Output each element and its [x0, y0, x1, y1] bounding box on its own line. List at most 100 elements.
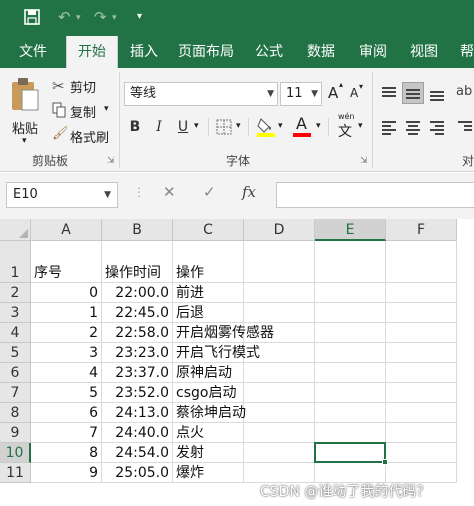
- save-icon[interactable]: [24, 9, 40, 28]
- cell-f6[interactable]: [386, 363, 457, 383]
- cell-b6[interactable]: 23:37.0: [102, 363, 173, 383]
- cut-icon[interactable]: ✂: [52, 77, 65, 95]
- cell-c11[interactable]: 爆炸: [173, 463, 244, 483]
- cell-a5[interactable]: 3: [31, 343, 102, 363]
- cell-d7[interactable]: [244, 383, 315, 403]
- cell-e4[interactable]: [315, 323, 386, 343]
- row-header-8[interactable]: 8: [0, 403, 31, 423]
- cell-d3[interactable]: [244, 303, 315, 323]
- column-header-e[interactable]: E: [315, 219, 386, 241]
- cell-b10[interactable]: 24:54.0: [102, 443, 173, 463]
- tab-help[interactable]: 帮: [452, 36, 474, 68]
- borders-icon[interactable]: [216, 119, 232, 139]
- cell-f11[interactable]: [386, 463, 457, 483]
- cell-c3[interactable]: 后退: [173, 303, 244, 323]
- cell-d6[interactable]: [244, 363, 315, 383]
- cell-b8[interactable]: 24:13.0: [102, 403, 173, 423]
- format-painter-button[interactable]: 格式刷: [70, 127, 109, 146]
- cell-d10[interactable]: [244, 443, 315, 463]
- cell-f5[interactable]: [386, 343, 457, 363]
- format-painter-icon[interactable]: 🖌: [52, 126, 69, 141]
- cell-f1[interactable]: [386, 241, 457, 283]
- cell-a9[interactable]: 7: [31, 423, 102, 443]
- cell-a3[interactable]: 1: [31, 303, 102, 323]
- cell-a4[interactable]: 2: [31, 323, 102, 343]
- cell-c5[interactable]: 开启飞行模式: [173, 343, 260, 363]
- name-box[interactable]: E10 ▼: [6, 182, 118, 208]
- cell-f8[interactable]: [386, 403, 457, 423]
- font-size-dropdown[interactable]: 11 ▼: [280, 82, 322, 106]
- cell-a2[interactable]: 0: [31, 283, 102, 303]
- cell-b5[interactable]: 23:23.0: [102, 343, 173, 363]
- orientation-icon[interactable]: ab↗: [456, 84, 474, 99]
- tab-file[interactable]: 文件: [8, 36, 58, 68]
- undo-dropdown-icon[interactable]: ▾: [76, 10, 81, 26]
- select-all-button[interactable]: [0, 219, 31, 241]
- customize-quick-access-icon[interactable]: ▾: [137, 9, 142, 25]
- phonetic-guide-button[interactable]: wén 文: [336, 112, 356, 140]
- cell-d8[interactable]: [244, 403, 315, 423]
- insert-function-button[interactable]: fx: [242, 183, 256, 201]
- font-name-dropdown[interactable]: 等线 ▼: [124, 82, 278, 106]
- cell-e9[interactable]: [315, 423, 386, 443]
- cell-d11[interactable]: [244, 463, 315, 483]
- cell-a11[interactable]: 9: [31, 463, 102, 483]
- phonetic-dropdown-icon[interactable]: ▾: [358, 121, 363, 131]
- cell-e7[interactable]: [315, 383, 386, 403]
- fill-handle[interactable]: [382, 459, 388, 465]
- cell-c8[interactable]: 蔡徐坤启动: [173, 403, 246, 423]
- column-header-c[interactable]: C: [173, 219, 244, 241]
- row-header-2[interactable]: 2: [0, 283, 31, 303]
- tab-page-layout[interactable]: 页面布局: [172, 36, 240, 68]
- cell-d1[interactable]: [244, 241, 315, 283]
- cell-a7[interactable]: 5: [31, 383, 102, 403]
- underline-button[interactable]: U: [172, 116, 194, 138]
- cell-e8[interactable]: [315, 403, 386, 423]
- cell-c4[interactable]: 开启烟雾传感器: [173, 323, 274, 343]
- cell-b7[interactable]: 23:52.0: [102, 383, 173, 403]
- cell-a10[interactable]: 8: [31, 443, 102, 463]
- indent-button[interactable]: [456, 116, 474, 138]
- align-center-button[interactable]: [402, 116, 424, 138]
- row-header-7[interactable]: 7: [0, 383, 31, 403]
- cell-f4[interactable]: [386, 323, 457, 343]
- formula-bar-grip-icon[interactable]: ⋮: [133, 185, 145, 199]
- cell-f7[interactable]: [386, 383, 457, 403]
- cell-f3[interactable]: [386, 303, 457, 323]
- cell-f9[interactable]: [386, 423, 457, 443]
- redo-dropdown-icon[interactable]: ▾: [112, 10, 117, 26]
- bold-button[interactable]: B: [124, 116, 146, 138]
- tab-review[interactable]: 审阅: [350, 36, 396, 68]
- undo-icon[interactable]: ↶: [58, 9, 71, 25]
- cell-a8[interactable]: 6: [31, 403, 102, 423]
- column-header-a[interactable]: A: [31, 219, 102, 241]
- redo-icon[interactable]: ↷: [94, 9, 107, 25]
- formula-input[interactable]: [276, 182, 474, 208]
- row-header-3[interactable]: 3: [0, 303, 31, 323]
- copy-dropdown-icon[interactable]: ▾: [104, 104, 109, 114]
- font-color-button[interactable]: A: [292, 114, 312, 138]
- cell-b1[interactable]: 操作时间: [102, 241, 173, 283]
- cell-c9[interactable]: 点火: [173, 423, 244, 443]
- font-color-dropdown-icon[interactable]: ▾: [316, 121, 321, 131]
- font-dialog-launcher-icon[interactable]: ⇲: [360, 156, 368, 166]
- cell-b9[interactable]: 24:40.0: [102, 423, 173, 443]
- column-header-d[interactable]: D: [244, 219, 315, 241]
- decrease-font-size-button[interactable]: A: [350, 86, 358, 100]
- align-left-button[interactable]: [378, 116, 400, 138]
- cut-button[interactable]: 剪切: [70, 77, 96, 96]
- fill-color-icon[interactable]: [256, 116, 276, 142]
- row-header-1[interactable]: 1: [0, 241, 31, 283]
- copy-button[interactable]: 复制: [70, 102, 96, 121]
- row-header-4[interactable]: 4: [0, 323, 31, 343]
- cell-c2[interactable]: 前进: [173, 283, 244, 303]
- align-bottom-button[interactable]: [426, 82, 448, 104]
- cell-c6[interactable]: 原神启动: [173, 363, 244, 383]
- cell-e11[interactable]: [315, 463, 386, 483]
- increase-font-size-button[interactable]: A: [328, 84, 338, 102]
- cell-b11[interactable]: 25:05.0: [102, 463, 173, 483]
- cell-b3[interactable]: 22:45.0: [102, 303, 173, 323]
- tab-home[interactable]: 开始: [66, 36, 118, 69]
- cell-d9[interactable]: [244, 423, 315, 443]
- cell-b2[interactable]: 22:00.0: [102, 283, 173, 303]
